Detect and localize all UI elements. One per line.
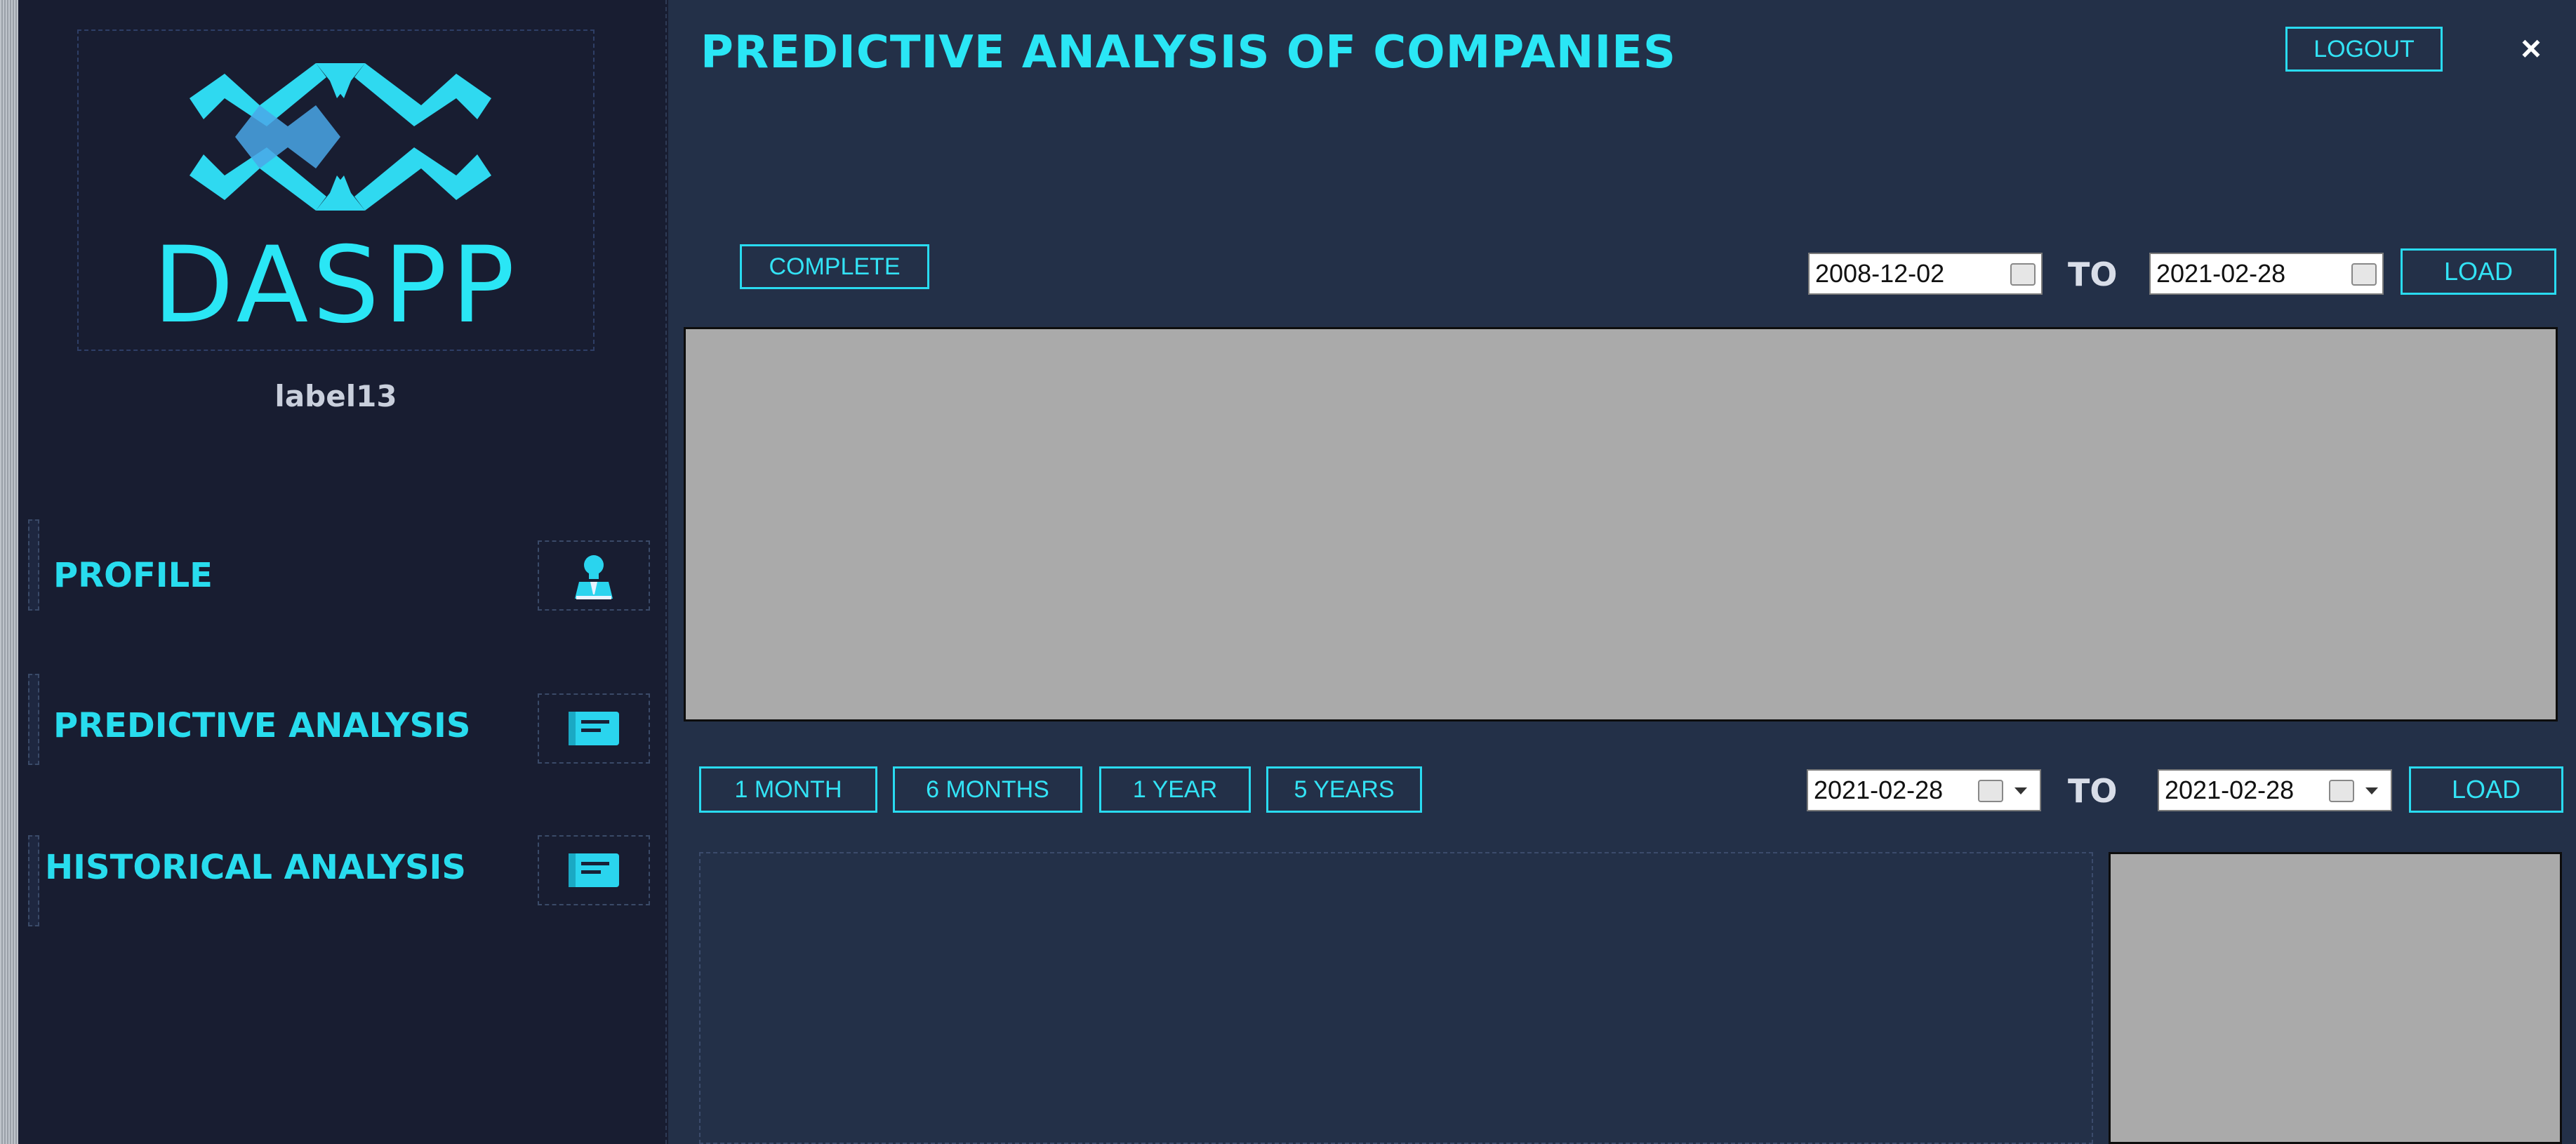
- message-icon: [569, 712, 619, 745]
- chart-panel-bottom-right: [2109, 852, 2562, 1144]
- user-label: label13: [274, 379, 397, 413]
- close-icon[interactable]: ×: [2510, 24, 2552, 73]
- message-icon: [569, 853, 619, 887]
- calendar-icon: [2329, 780, 2354, 802]
- user-icon: [575, 555, 613, 599]
- nav-indicator: [28, 519, 39, 611]
- from-date-picker[interactable]: 2008-12-02: [1808, 253, 2043, 295]
- from-date-value: 2008-12-02: [1815, 259, 1945, 288]
- range-1-year-button[interactable]: 1 YEAR: [1099, 766, 1251, 813]
- from-date-value: 2021-02-28: [1814, 776, 1944, 804]
- sidebar-divider: [665, 0, 667, 1144]
- logout-button[interactable]: LOGOUT: [2285, 27, 2443, 72]
- window-edge: [0, 0, 18, 1144]
- nav-indicator: [28, 674, 39, 765]
- chart-panel-top: [684, 327, 2558, 721]
- logo-text: DASPP: [152, 225, 519, 347]
- to-label: TO: [2068, 772, 2118, 810]
- range-1-month-button[interactable]: 1 MONTH: [699, 766, 877, 813]
- calendar-icon: [1978, 780, 2003, 802]
- to-date-picker[interactable]: 2021-02-28: [2149, 253, 2384, 295]
- from-date-picker-bottom[interactable]: 2021-02-28: [1807, 769, 2041, 811]
- to-date-picker-bottom[interactable]: 2021-02-28: [2158, 769, 2392, 811]
- to-label: TO: [2068, 255, 2118, 293]
- sidebar-item-profile[interactable]: PROFILE: [53, 556, 213, 595]
- range-5-years-button[interactable]: 5 YEARS: [1266, 766, 1422, 813]
- page-title: PREDICTIVE ANALYSIS OF COMPANIES: [701, 27, 1677, 79]
- load-button-bottom[interactable]: LOAD: [2409, 766, 2563, 813]
- logo-arrows-icon: [190, 63, 491, 211]
- calendar-icon: [2351, 263, 2377, 286]
- nav-indicator: [28, 835, 39, 926]
- chevron-down-icon: [2365, 787, 2378, 794]
- profile-button[interactable]: [538, 540, 650, 611]
- predictive-analysis-button[interactable]: [538, 693, 650, 764]
- to-date-value: 2021-02-28: [2156, 259, 2286, 288]
- sidebar-item-historical-analysis[interactable]: HISTORICAL ANALYSIS: [45, 848, 466, 887]
- to-date-value: 2021-02-28: [2165, 776, 2295, 804]
- chevron-down-icon: [2014, 787, 2027, 794]
- complete-button[interactable]: COMPLETE: [740, 244, 929, 289]
- calendar-icon: [2010, 263, 2036, 286]
- chart-panel-bottom-left: [699, 852, 2093, 1144]
- historical-analysis-button[interactable]: [538, 835, 650, 905]
- sidebar-item-predictive-analysis[interactable]: PREDICTIVE ANALYSIS: [53, 706, 470, 745]
- load-button-top[interactable]: LOAD: [2401, 248, 2556, 295]
- range-6-months-button[interactable]: 6 MONTHS: [893, 766, 1082, 813]
